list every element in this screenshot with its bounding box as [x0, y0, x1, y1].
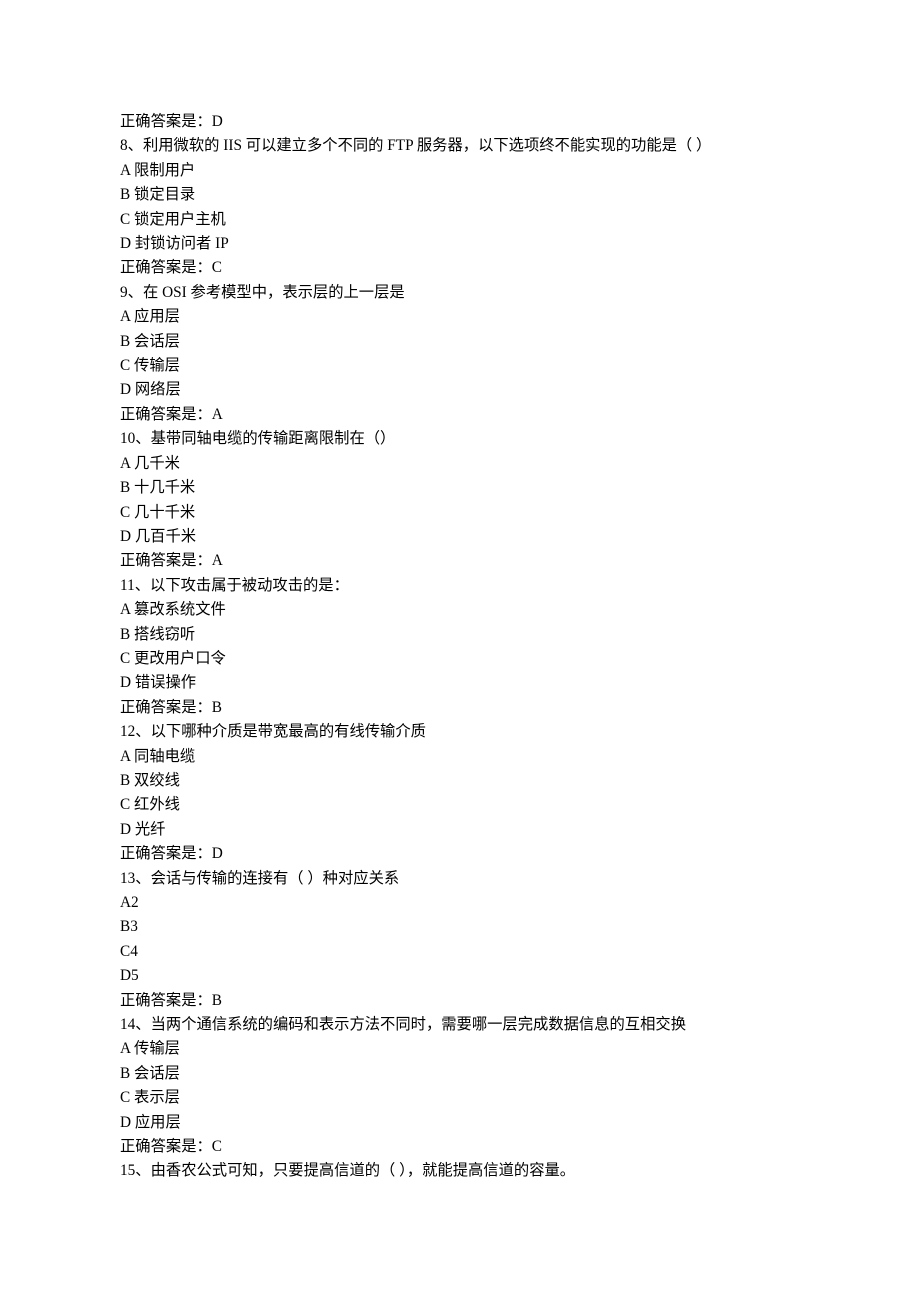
text-line: A 同轴电缆	[120, 745, 800, 769]
text-line: B 锁定目录	[120, 183, 800, 207]
text-line: 11、以下攻击属于被动攻击的是：	[120, 574, 800, 598]
text-line: 8、利用微软的 IIS 可以建立多个不同的 FTP 服务器，以下选项终不能实现的…	[120, 134, 800, 158]
text-line: 13、会话与传输的连接有（ ）种对应关系	[120, 867, 800, 891]
text-line: B 十几千米	[120, 476, 800, 500]
text-line: C4	[120, 940, 800, 964]
text-line: 10、基带同轴电缆的传输距离限制在（）	[120, 427, 800, 451]
text-line: 9、在 OSI 参考模型中，表示层的上一层是	[120, 281, 800, 305]
text-line: B3	[120, 915, 800, 939]
text-line: 正确答案是：D	[120, 110, 800, 134]
text-line: 正确答案是：B	[120, 696, 800, 720]
text-line: A 几千米	[120, 452, 800, 476]
text-line: D 应用层	[120, 1111, 800, 1135]
text-line: B 会话层	[120, 330, 800, 354]
text-line: B 会话层	[120, 1062, 800, 1086]
text-line: C 更改用户口令	[120, 647, 800, 671]
text-line: D 网络层	[120, 378, 800, 402]
text-line: 正确答案是：C	[120, 1135, 800, 1159]
text-line: 正确答案是：B	[120, 989, 800, 1013]
document-body: 正确答案是：D8、利用微软的 IIS 可以建立多个不同的 FTP 服务器，以下选…	[120, 110, 800, 1184]
text-line: B 双绞线	[120, 769, 800, 793]
text-line: 正确答案是：A	[120, 403, 800, 427]
text-line: C 传输层	[120, 354, 800, 378]
text-line: D 几百千米	[120, 525, 800, 549]
text-line: A 限制用户	[120, 159, 800, 183]
text-line: 15、由香农公式可知，只要提高信道的（ ），就能提高信道的容量。	[120, 1159, 800, 1183]
text-line: 正确答案是：A	[120, 549, 800, 573]
text-line: D 错误操作	[120, 671, 800, 695]
text-line: C 表示层	[120, 1086, 800, 1110]
text-line: D 光纤	[120, 818, 800, 842]
text-line: C 几十千米	[120, 501, 800, 525]
text-line: 12、以下哪种介质是带宽最高的有线传输介质	[120, 720, 800, 744]
text-line: 正确答案是：D	[120, 842, 800, 866]
text-line: D 封锁访问者 IP	[120, 232, 800, 256]
text-line: 正确答案是：C	[120, 256, 800, 280]
text-line: C 锁定用户主机	[120, 208, 800, 232]
text-line: A 篡改系统文件	[120, 598, 800, 622]
text-line: A 应用层	[120, 305, 800, 329]
text-line: C 红外线	[120, 793, 800, 817]
text-line: 14、当两个通信系统的编码和表示方法不同时，需要哪一层完成数据信息的互相交换	[120, 1013, 800, 1037]
text-line: A2	[120, 891, 800, 915]
text-line: D5	[120, 964, 800, 988]
text-line: A 传输层	[120, 1037, 800, 1061]
text-line: B 搭线窃听	[120, 623, 800, 647]
